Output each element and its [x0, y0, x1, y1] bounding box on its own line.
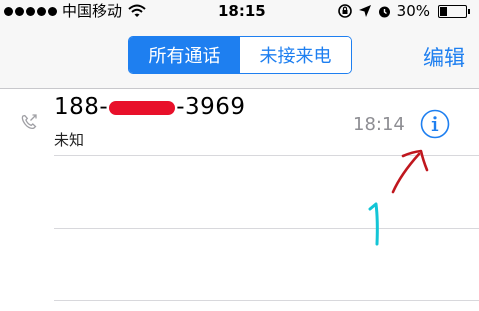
row-separator: [54, 300, 479, 301]
empty-row: [0, 229, 479, 295]
info-icon[interactable]: [420, 109, 450, 139]
status-left: 中国移动: [4, 0, 146, 22]
tab-missed-calls[interactable]: 未接来电: [240, 37, 351, 73]
rotation-lock-icon: [337, 4, 352, 18]
empty-row: [0, 156, 479, 222]
signal-strength-icon: [4, 6, 57, 16]
nav-bar: 所有通话 未接来电 编辑: [0, 22, 479, 89]
wifi-icon: [128, 4, 146, 17]
alarm-icon: [378, 6, 390, 17]
location-arrow-icon: [358, 5, 371, 17]
number-prefix: 188-: [54, 94, 109, 120]
caller-number: 188- -3969: [54, 94, 246, 120]
battery-percentage: 30%: [396, 2, 430, 20]
call-time: 18:14: [353, 114, 405, 135]
edit-button[interactable]: 编辑: [423, 42, 465, 72]
call-filter-segmented-control: 所有通话 未接来电: [128, 36, 352, 74]
tab-all-calls[interactable]: 所有通话: [129, 37, 240, 73]
status-right: 30%: [337, 0, 470, 22]
outgoing-call-icon: [21, 114, 37, 130]
number-suffix: -3969: [176, 94, 246, 120]
redaction-mark: [109, 100, 176, 115]
status-time: 18:15: [218, 2, 266, 20]
recents-list: 188- -3969 未知 18:14: [0, 89, 479, 311]
status-bar: 中国移动 18:15 30%: [0, 0, 479, 22]
battery-icon: [438, 4, 470, 18]
caller-label: 未知: [54, 131, 85, 149]
carrier-name: 中国移动: [62, 2, 123, 20]
call-row[interactable]: 188- -3969 未知 18:14: [0, 89, 479, 155]
battery-fill: [440, 6, 447, 16]
